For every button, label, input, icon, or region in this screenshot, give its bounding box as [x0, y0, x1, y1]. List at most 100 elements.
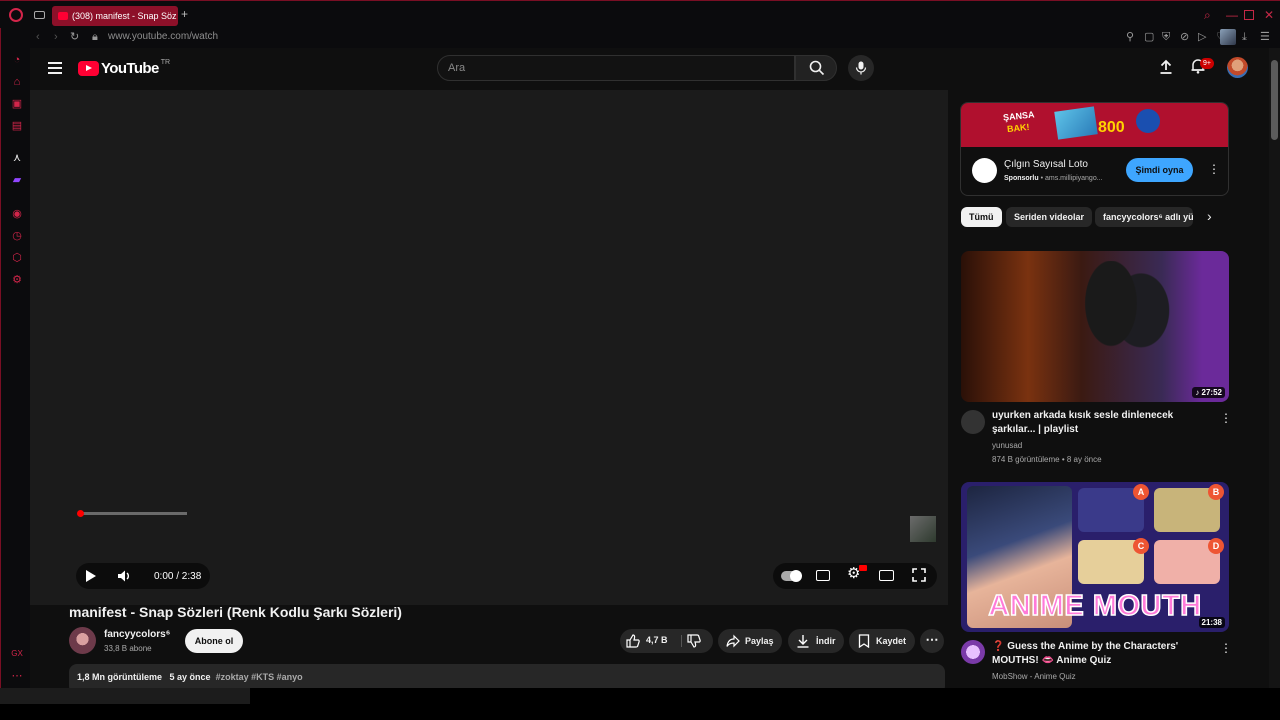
download-label: İndir	[816, 636, 836, 646]
related-menu-icon-2[interactable]: ⋮	[1220, 642, 1232, 654]
youtube-logo[interactable]: YouTube TR	[78, 59, 170, 77]
adblock-icon[interactable]: ⊘	[1180, 31, 1189, 43]
search-button[interactable]	[795, 55, 837, 81]
settings-icon[interactable]: ⚙	[11, 274, 23, 286]
ad-card[interactable]: ŞANSA BAK! 800 Çılgın Sayısal Loto Spons…	[960, 102, 1229, 196]
description-box[interactable]: 1,8 Mn görüntüleme 5 ay önce #zoktay #KT…	[69, 664, 945, 688]
related-channel-2[interactable]: MobShow - Anime Quiz	[992, 672, 1076, 681]
channel-watermark[interactable]	[910, 516, 936, 542]
forward-icon[interactable]: ›	[54, 31, 58, 43]
easy-setup-icon[interactable]: ☰	[1260, 31, 1270, 43]
player-sidebar-icon[interactable]: ◉	[11, 208, 23, 220]
more-icon[interactable]: ⋯	[11, 670, 23, 682]
chip-series[interactable]: Seriden videolar	[1006, 207, 1093, 227]
minimize-icon[interactable]: —	[1226, 9, 1238, 21]
thumb-figures	[1071, 261, 1171, 402]
related-channel-1[interactable]: yunusad	[992, 441, 1022, 450]
search-input[interactable]: Ara	[437, 55, 795, 81]
subtitles-icon[interactable]	[816, 570, 830, 581]
related-title-2[interactable]: ❓ Guess the Anime by the Characters' MOU…	[992, 640, 1212, 668]
vpn-icon[interactable]: ⛨	[1162, 31, 1170, 43]
gx-icon[interactable]: GX	[11, 648, 23, 660]
ad-logo	[972, 158, 997, 183]
video-duration: ♪ 27:52	[1192, 387, 1225, 398]
taskbar-window[interactable]	[0, 688, 250, 704]
miniplayer-icon[interactable]	[879, 570, 894, 581]
search-tabs-icon[interactable]: ⌕	[1204, 9, 1211, 21]
autoplay-toggle[interactable]	[781, 570, 802, 582]
channel-avatar[interactable]	[69, 627, 96, 654]
scrollbar-thumb[interactable]	[1271, 60, 1278, 140]
video-duration: 21:38	[1198, 617, 1225, 628]
channel-name[interactable]: fancyycolors⁶	[104, 629, 170, 640]
like-button[interactable]: 4,7 B	[626, 633, 676, 649]
related-thumbnail-1[interactable]: ♪ 27:52	[961, 251, 1229, 402]
url-text[interactable]: www.youtube.com/watch	[108, 31, 218, 42]
player-icon[interactable]: ▷	[1198, 31, 1206, 43]
page-scrollbar[interactable]	[1269, 48, 1280, 688]
close-icon[interactable]: ✕	[1264, 9, 1274, 21]
fullscreen-icon[interactable]	[912, 568, 926, 582]
progress-bar[interactable]	[79, 512, 187, 515]
menu-icon[interactable]	[48, 62, 62, 74]
workspaces-icon[interactable]	[34, 11, 45, 19]
download-button[interactable]: İndir	[788, 629, 844, 653]
youtube-page: YouTube TR Ara 9+ 0:00 / 2:38 ⚙ manifest…	[30, 48, 1269, 688]
pin-icon[interactable]: ⚲	[1126, 31, 1134, 43]
crypto-wallet-icon[interactable]: ⌂	[11, 76, 23, 88]
new-tab-button[interactable]: +	[181, 7, 193, 21]
messenger-icon[interactable]: ▣	[11, 98, 23, 110]
hashtags[interactable]: #zoktay #KTS #anyo	[216, 672, 303, 682]
opera-menu-icon[interactable]	[9, 8, 23, 22]
play-icon	[86, 570, 96, 582]
voice-search-button[interactable]	[848, 55, 874, 81]
related-thumbnail-2[interactable]: A B C D ANIME MOUTH 21:38	[961, 482, 1229, 632]
reload-icon[interactable]: ↻	[70, 31, 79, 43]
lock-icon: 🔒︎	[92, 31, 98, 43]
chip-next-icon[interactable]: ›	[1207, 208, 1212, 224]
share-button[interactable]: Paylaş	[718, 629, 782, 653]
browser-tab-active[interactable]: (308) manifest - Snap Söz	[52, 6, 178, 26]
ad-title[interactable]: Çılgın Sayısal Loto	[1004, 159, 1088, 170]
tiktok-icon[interactable]: ⋏	[11, 152, 23, 164]
subscribe-button[interactable]: Abone ol	[185, 629, 243, 653]
related-channel-avatar-2[interactable]	[961, 640, 985, 664]
share-label: Paylaş	[745, 636, 774, 646]
profile-avatar[interactable]	[1220, 29, 1236, 45]
download-icon[interactable]: ⤓	[1242, 31, 1247, 43]
ad-menu-icon[interactable]: ⋮	[1208, 163, 1220, 175]
microphone-icon	[855, 61, 867, 75]
video-title: manifest - Snap Sözleri (Renk Kodlu Şark…	[69, 604, 402, 620]
related-title-1[interactable]: uyurken arkada kısık sesle dinlenecek şa…	[992, 409, 1212, 437]
youtube-play-icon	[78, 60, 99, 76]
volume-button[interactable]	[116, 568, 132, 584]
ad-banner[interactable]: ŞANSA BAK! 800	[961, 103, 1228, 147]
related-meta-1: 874 B görüntüleme • 8 ay önce	[992, 455, 1102, 464]
ad-cta-button[interactable]: Şimdi oyna	[1126, 158, 1193, 182]
extensions-icon[interactable]: ⬡	[11, 252, 23, 264]
aria-icon[interactable]: ◔	[11, 54, 23, 66]
play-button[interactable]	[82, 568, 98, 584]
create-button[interactable]	[1158, 59, 1174, 75]
related-menu-icon-1[interactable]: ⋮	[1220, 412, 1232, 424]
ad-banner-text-1: ŞANSA	[1002, 109, 1035, 123]
account-avatar[interactable]	[1227, 57, 1248, 78]
like-divider	[681, 635, 682, 647]
ad-ticket	[1054, 106, 1098, 140]
dislike-button[interactable]	[687, 634, 701, 648]
news-icon[interactable]: ▤	[11, 120, 23, 132]
history-icon[interactable]: ◷	[11, 230, 23, 242]
chip-channel[interactable]: fancyycolors⁶ adlı yük	[1095, 207, 1193, 227]
save-button[interactable]: Kaydet	[849, 629, 915, 653]
snapshot-icon[interactable]: ▢	[1144, 31, 1154, 43]
related-channel-avatar-1[interactable]	[961, 410, 985, 434]
video-player[interactable]	[30, 90, 948, 605]
scrubber-handle[interactable]	[77, 510, 84, 517]
ad-banner-text-2: BAK!	[1006, 121, 1030, 135]
chip-all[interactable]: Tümü	[961, 207, 1002, 227]
logo-text: YouTube	[101, 59, 159, 77]
twitch-icon[interactable]: ▰	[11, 174, 23, 186]
maximize-icon[interactable]	[1244, 10, 1254, 20]
back-icon[interactable]: ‹	[36, 31, 40, 43]
more-actions-button[interactable]: ⋯	[920, 629, 944, 653]
